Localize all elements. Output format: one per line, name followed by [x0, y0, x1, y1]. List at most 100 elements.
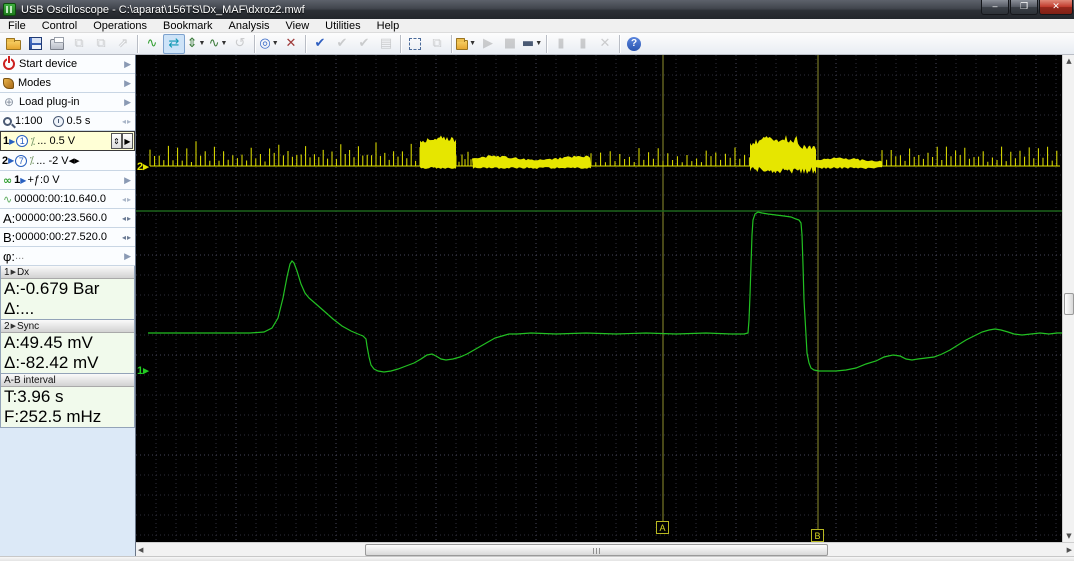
pan-mode-button[interactable]: ⇄ — [163, 33, 185, 54]
menu-help[interactable]: Help — [369, 19, 408, 33]
vertical-scrollbar[interactable]: ▲ ▼ — [1062, 55, 1074, 542]
apply-all-button: ✔ — [331, 34, 353, 54]
menu-file[interactable]: File — [0, 19, 34, 33]
panel-sync-header[interactable]: 2 ▶ Sync — [1, 320, 134, 333]
signal-wave-icon: ⁒ — [29, 154, 35, 167]
menu-analysis[interactable]: Analysis — [221, 19, 278, 33]
sync-delta-value: Δ:-82.42 mV — [4, 353, 99, 372]
apply-icon: ✔ — [314, 36, 326, 51]
record-time-row[interactable]: ∿ 00000:00:10.640.0 ◂▸ — [0, 190, 135, 209]
scroll-down-icon[interactable]: ▼ — [1063, 532, 1074, 540]
save-button[interactable] — [24, 34, 46, 54]
close-button[interactable]: ✕ — [1039, 0, 1073, 15]
dropdown-arrow-icon[interactable]: ▼ — [469, 40, 476, 47]
vertical-scale-button[interactable]: ⇕ ▼ — [185, 34, 207, 54]
chevron-right-icon: ▶ — [124, 96, 131, 107]
spinner-arrows-icon[interactable]: ◂▸ — [122, 214, 132, 223]
scope-plot[interactable]: 2▸ 1▸ A B — [136, 55, 1062, 542]
phase-row[interactable]: φ: ... ▶ — [0, 247, 135, 266]
cursor-b-flag[interactable]: B — [811, 529, 824, 542]
horizontal-scale-button[interactable]: ∿ ▼ — [207, 34, 229, 54]
scroll-right-icon[interactable]: ▶ — [1067, 546, 1072, 554]
menu-utilities[interactable]: Utilities — [317, 19, 368, 33]
start-device-label: Start device — [19, 58, 78, 70]
open-button[interactable] — [2, 34, 24, 54]
channel-1-marker[interactable]: 1▸ — [137, 364, 149, 377]
maximize-button[interactable]: ❐ — [1010, 0, 1038, 15]
ab-frequency-value: F:252.5 mHz — [4, 407, 102, 426]
apply-next-button: ✔ — [353, 34, 375, 54]
dx-delta-value: Δ:... — [4, 299, 35, 318]
trigger-row[interactable]: ∞ 1 ▶ +ƒ: 0 V ▶ — [0, 171, 135, 190]
select-region-button[interactable] — [404, 34, 426, 54]
panel-ab-header[interactable]: A-B interval — [1, 374, 134, 387]
stop-set-icon: ■ — [503, 36, 517, 51]
horizontal-scrollbar-thumb[interactable] — [365, 544, 828, 556]
print-button[interactable] — [46, 34, 68, 54]
trigger-level-value: 0 V — [43, 174, 60, 186]
power-icon — [3, 56, 15, 70]
phase-label: φ: — [3, 248, 16, 264]
copy-region-icon: ⧉ — [432, 36, 442, 51]
chevron-right-icon: ▶ — [124, 174, 131, 185]
load-plugin-label: Load plug-in — [19, 96, 80, 108]
cursor-a-flag[interactable]: A — [656, 521, 669, 534]
vertical-scrollbar-thumb[interactable] — [1064, 293, 1074, 315]
channel-arrow-icon: ▶ — [8, 156, 15, 165]
chevron-right-icon: ▶ — [124, 77, 131, 88]
channel-2-row[interactable]: 2 ▶ 7 ⁒ ... -2 V ◂▸ — [0, 151, 135, 171]
probe-7-icon: 7 — [15, 154, 28, 167]
sync-a-value: A:49.45 mV — [4, 333, 93, 352]
zoom-select-button[interactable]: ◎ ▼ — [258, 34, 280, 54]
spinner-arrows-icon[interactable]: ◂▸ — [122, 195, 132, 204]
open-set-button[interactable]: ▼ — [455, 34, 477, 54]
cursor-b-time-row[interactable]: B: 00000:00:27.520.0 ◂▸ — [0, 228, 135, 247]
cursor-a-label: A: — [3, 210, 16, 226]
dropdown-arrow-icon[interactable]: ▼ — [535, 40, 542, 47]
menu-control[interactable]: Control — [34, 19, 85, 33]
export-wave-button: ⇗ — [112, 34, 134, 54]
panel-dx-header[interactable]: 1 ▶ Dx — [1, 266, 134, 279]
dashed-icon — [409, 37, 421, 50]
apply-button[interactable]: ✔ — [309, 34, 331, 54]
menu-view[interactable]: View — [278, 19, 318, 33]
dropdown-arrow-icon[interactable]: ▼ — [198, 40, 205, 47]
scroll-up-icon[interactable]: ▲ — [1063, 57, 1074, 65]
timebase-value: 0.5 s — [66, 115, 91, 127]
spinner-arrows-icon[interactable]: ◂▸ — [69, 154, 80, 167]
channel-1-expand-button[interactable]: ▶ — [122, 133, 133, 149]
sidebar-item-load-plugin[interactable]: ⊕ Load plug-in ▶ — [0, 93, 135, 112]
channel-1-row[interactable]: 1 ▶ 1 ⁒ ... 0.5 V ⇕ ▶ — [0, 131, 135, 151]
scale-row[interactable]: 1:100 0.5 s ◂▸ — [0, 112, 135, 131]
card-set-button[interactable]: ▬ ▼ — [521, 34, 543, 54]
horizontal-scrollbar[interactable]: ◀ ▶ — [136, 542, 1074, 556]
report-icon: ▤ — [379, 36, 393, 51]
cursor-a-time-row[interactable]: A: 00000:00:23.560.0 ◂▸ — [0, 209, 135, 228]
menu-bookmark[interactable]: Bookmark — [155, 19, 221, 33]
help-button[interactable]: ? — [623, 34, 645, 54]
single-capture-button[interactable]: ∿ — [141, 34, 163, 54]
marker-tool-button[interactable]: ✕ — [280, 34, 302, 54]
marker-icon: ▶ — [10, 323, 16, 330]
scroll-left-icon[interactable]: ◀ — [138, 546, 143, 554]
dropdown-arrow-icon[interactable]: ▼ — [220, 40, 227, 47]
menu-bar: File Control Operations Bookmark Analysis Vie… — [0, 19, 1074, 33]
chevron-right-icon: ▶ — [124, 58, 131, 69]
spinner-arrows-icon[interactable]: ◂▸ — [122, 233, 132, 242]
channel-2-marker[interactable]: 2▸ — [137, 160, 149, 173]
toolbar-separator — [254, 34, 255, 53]
sidebar: Start device ▶ Modes ▶ ⊕ Load plug-in ▶ … — [0, 55, 136, 556]
toolbar-separator — [451, 34, 452, 53]
signal-wave-icon: ⁒ — [30, 134, 36, 148]
window-title: USB Oscilloscope - C:\aparat\156TS\Dx_MA… — [21, 3, 305, 16]
title-bar[interactable]: USB Oscilloscope - C:\aparat\156TS\Dx_MA… — [0, 0, 1074, 19]
menu-operations[interactable]: Operations — [85, 19, 155, 33]
spinner-arrows-icon[interactable]: ◂▸ — [122, 117, 132, 126]
channel-1-updown-button[interactable]: ⇕ — [111, 133, 122, 149]
sidebar-item-start-device[interactable]: Start device ▶ — [0, 55, 135, 74]
dropdown-arrow-icon[interactable]: ▼ — [272, 40, 279, 47]
minimize-button[interactable]: – — [981, 0, 1009, 15]
copy-wave-icon: ⧉ — [74, 36, 84, 51]
card-set-icon: ▬ — [521, 36, 535, 51]
sidebar-item-modes[interactable]: Modes ▶ — [0, 74, 135, 93]
